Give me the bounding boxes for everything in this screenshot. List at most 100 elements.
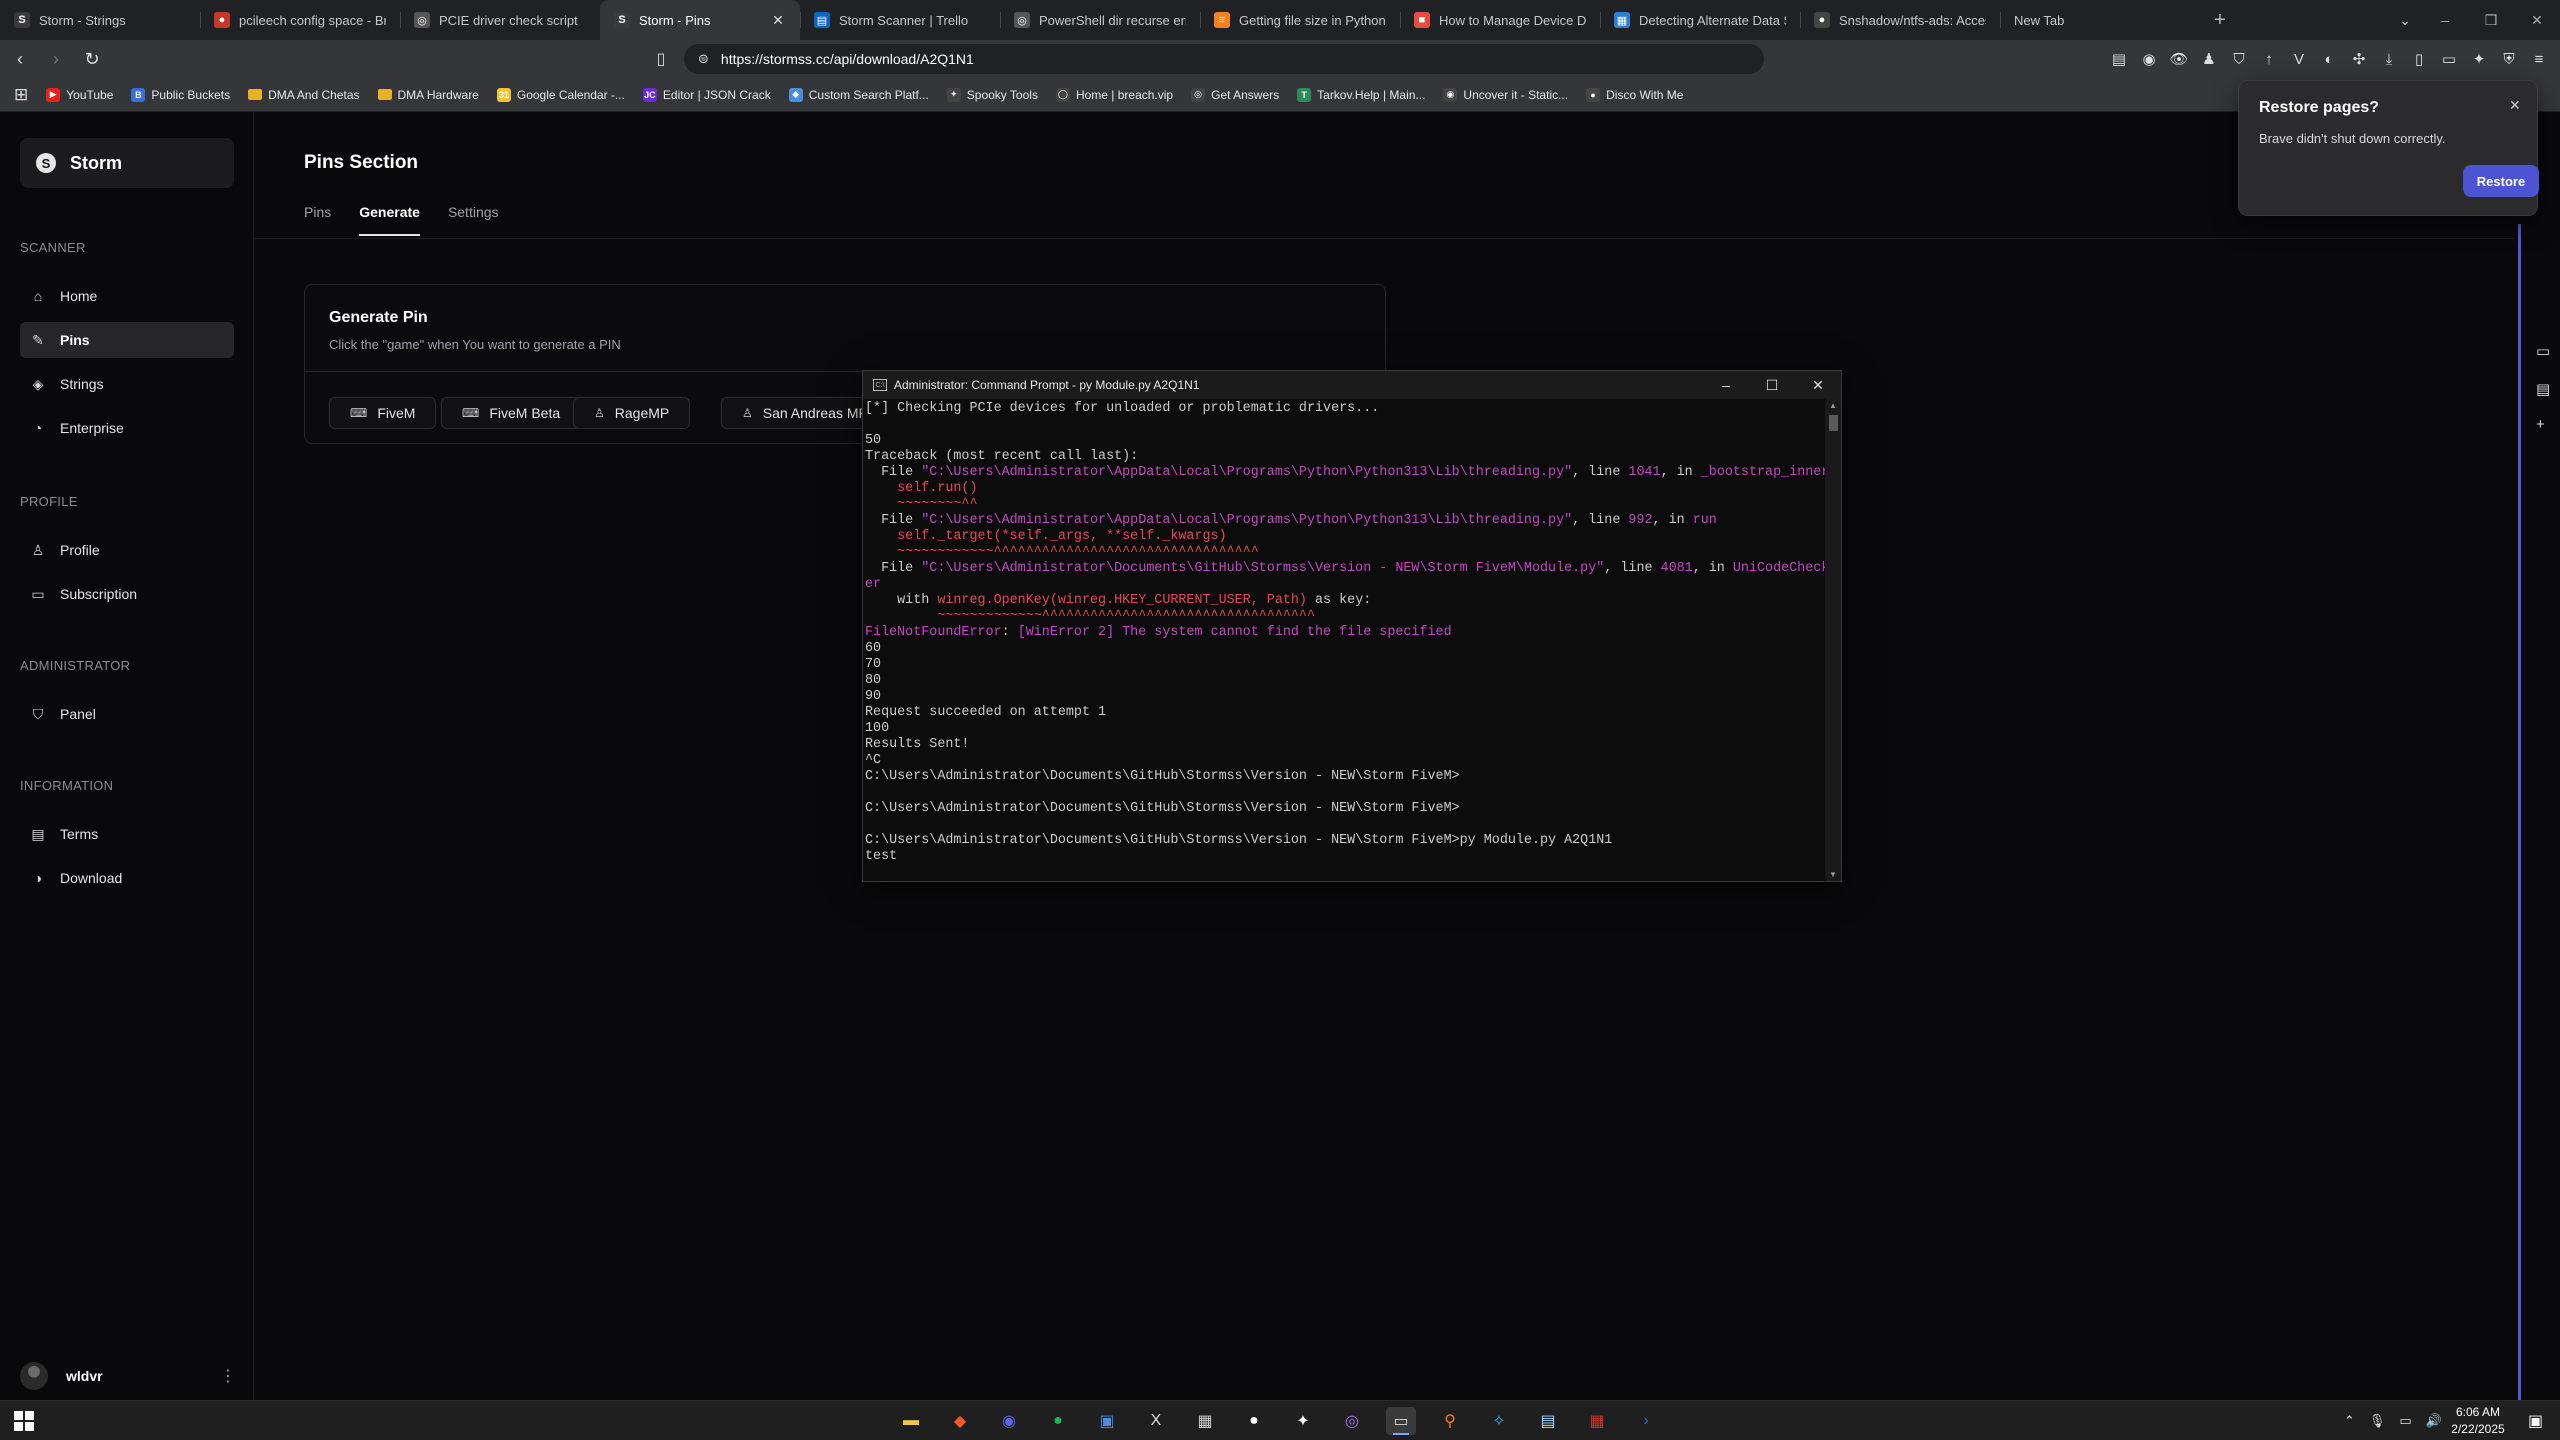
cmd-minimize-icon[interactable]: – <box>1703 371 1749 399</box>
sidebar-item-pins[interactable]: ✎ Pins <box>20 322 234 358</box>
bookmark-5[interactable]: JC Editor | JSON Crack <box>642 87 771 102</box>
bookmark-9[interactable]: ◎ Get Answers <box>1191 87 1279 102</box>
close-tab-icon[interactable]: ✕ <box>770 12 786 29</box>
close-window-icon[interactable]: ✕ <box>2514 0 2560 40</box>
tab-9[interactable]: ● Snshadow/ntfs-ads: Access NT <box>1800 0 2000 40</box>
excel-icon[interactable]: X <box>1141 1407 1171 1435</box>
user-profile[interactable]: wldvr ⋮ <box>20 1362 236 1390</box>
cmd-maximize-icon[interactable]: ☐ <box>1749 371 1795 399</box>
url-input[interactable] <box>720 51 1621 67</box>
tab-7[interactable]: ■ How to Manage Device Driver <box>1400 0 1600 40</box>
tab-2[interactable]: ◎ PCIE driver check script <box>400 0 600 40</box>
reload-icon[interactable]: ↻ <box>76 43 108 75</box>
scroll-down-icon[interactable]: ▼ <box>1825 870 1841 879</box>
spotify-icon[interactable]: ● <box>1043 1407 1073 1435</box>
remote-desktop-icon[interactable]: ▣ <box>1092 1407 1122 1435</box>
more-vertical-icon[interactable]: ⋮ <box>220 1366 236 1386</box>
sidebar-item-profile[interactable]: ♙ Profile <box>20 532 234 568</box>
reader-mode-icon[interactable]: ▤ <box>2104 44 2134 74</box>
sidebar-item-subscription[interactable]: ▭ Subscription <box>20 576 234 612</box>
sidebar-item-panel[interactable]: ⛉ Panel <box>20 696 234 732</box>
minimize-icon[interactable]: – <box>2422 0 2468 40</box>
restore-button[interactable]: Restore <box>2463 165 2539 197</box>
wallet-icon[interactable]: ▭ <box>2434 44 2464 74</box>
tab-generate[interactable]: Generate <box>359 204 420 236</box>
brand-button[interactable]: S Storm <box>20 138 234 188</box>
apps-grid-icon[interactable]: ⊞ <box>14 85 28 105</box>
microphone-icon[interactable]: 🎙 <box>2369 1413 2386 1429</box>
leo-ai-icon[interactable]: ◐ <box>2314 44 2344 74</box>
eye-extension-icon[interactable]: 👁 <box>2164 44 2194 74</box>
site-info-icon[interactable]: ⊜ <box>698 51 709 67</box>
cmd-close-icon[interactable]: ✕ <box>1795 371 1841 399</box>
ida-icon[interactable]: ✦ <box>1288 1407 1318 1435</box>
back-arrow-icon[interactable]: ‹ <box>4 43 36 75</box>
tab-6[interactable]: ≡ Getting file size in Python? - St <box>1200 0 1400 40</box>
restore-window-icon[interactable]: ❐ <box>2468 0 2514 40</box>
tab-3[interactable]: S Storm - Pins ✕ <box>600 0 800 40</box>
powershell-icon[interactable]: › <box>1631 1407 1661 1435</box>
downloads-icon[interactable]: ⤓ <box>2374 44 2404 74</box>
shield-extension-icon[interactable]: ⛉ <box>2224 44 2254 74</box>
tab-pins[interactable]: Pins <box>304 204 331 236</box>
tab-5[interactable]: ◎ PowerShell dir recurse error <box>1000 0 1200 40</box>
bookmark-2[interactable]: DMA And Chetas <box>248 88 360 102</box>
github-desktop-icon[interactable]: ◎ <box>1337 1407 1367 1435</box>
windows-start-icon[interactable] <box>14 1411 34 1431</box>
vscode-icon[interactable]: ✧ <box>1484 1407 1514 1435</box>
new-tab-icon[interactable]: + <box>2200 0 2240 40</box>
fivem-beta-button[interactable]: ⌨ FiveM Beta <box>441 397 582 429</box>
app-icon[interactable]: ● <box>1239 1407 1269 1435</box>
sparkle-icon[interactable]: ✦ <box>2464 44 2494 74</box>
cmd-scrollbar[interactable]: ▲ ▼ <box>1825 399 1841 881</box>
tab-search-chevron-icon[interactable]: ⌄ <box>2390 0 2420 40</box>
cmd-output[interactable]: [*] Checking PCIe devices for unloaded o… <box>865 401 1825 881</box>
v-extension-icon[interactable]: V <box>2284 44 2314 74</box>
notifications-icon[interactable]: ▣ <box>2528 1411 2543 1431</box>
close-icon[interactable]: ✕ <box>2509 97 2521 114</box>
terminal-icon[interactable]: ▭ <box>1386 1407 1416 1435</box>
bookmark-6[interactable]: ◆ Custom Search Platf... <box>788 87 929 102</box>
tab-8[interactable]: ▦ Detecting Alternate Data Strea <box>1600 0 1800 40</box>
menu-icon[interactable]: ≡ <box>2524 44 2554 74</box>
scroll-thumb[interactable] <box>1829 415 1838 431</box>
winrar-icon[interactable]: ▦ <box>1582 1407 1612 1435</box>
bookmark-8[interactable]: ◯ Home | breach.vip <box>1055 87 1173 102</box>
bookmark-0[interactable]: ▶ YouTube <box>46 87 113 102</box>
forward-arrow-icon[interactable]: › <box>40 43 72 75</box>
network-icon[interactable]: ▭ <box>2399 1413 2411 1429</box>
monitor-app-icon[interactable]: ▦ <box>1190 1407 1220 1435</box>
brave-shields-icon[interactable]: ⛨ <box>2494 44 2524 74</box>
tab-0[interactable]: S Storm - Strings <box>0 0 200 40</box>
puzzle-extension-icon[interactable]: ♟ <box>2194 44 2224 74</box>
brave-wallet-icon[interactable]: ◉ <box>2134 44 2164 74</box>
search-app-icon[interactable]: ⚲ <box>1435 1407 1465 1435</box>
fivem-button[interactable]: ⌨ FiveM <box>329 397 437 429</box>
sidebar-item-home[interactable]: ⌂ Home <box>20 278 234 314</box>
sidebar-item-terms[interactable]: ▤ Terms <box>20 816 234 852</box>
discord-icon[interactable]: ◉ <box>994 1407 1024 1435</box>
bookmark-12[interactable]: ● Disco With Me <box>1586 87 1683 102</box>
add-panel-icon[interactable]: + <box>2536 416 2545 433</box>
tab-4[interactable]: ▤ Storm Scanner | Trello <box>800 0 1000 40</box>
sidebar-item-download[interactable]: ◑ Download <box>20 860 234 896</box>
tab-settings[interactable]: Settings <box>448 204 499 236</box>
chevron-up-icon[interactable]: ⌃ <box>2344 1413 2355 1429</box>
scroll-up-icon[interactable]: ▲ <box>1825 401 1841 410</box>
ragemp-button[interactable]: ♙ RageMP <box>573 397 691 429</box>
sidebar-item-enterprise[interactable]: ◔ Enterprise <box>20 410 234 446</box>
sidebar-toggle-icon[interactable]: ▯ <box>2404 44 2434 74</box>
bookmark-3[interactable]: DMA Hardware <box>377 88 479 102</box>
bookmark-icon[interactable]: ▯ <box>648 43 674 75</box>
sidebar-item-strings[interactable]: ◈ Strings <box>20 366 234 402</box>
tab-10[interactable]: New Tab <box>2000 0 2200 40</box>
bookmark-7[interactable]: ✦ Spooky Tools <box>946 87 1038 102</box>
arrow-extension-icon[interactable]: ↑ <box>2254 44 2284 74</box>
cmd-title-bar[interactable]: C:\ Administrator: Command Prompt - py M… <box>863 371 1841 399</box>
file-explorer-icon[interactable]: ▬ <box>896 1407 926 1435</box>
command-prompt-window[interactable]: C:\ Administrator: Command Prompt - py M… <box>862 370 1842 882</box>
clock[interactable]: 6:06 AM 2/22/2025 <box>2430 1404 2526 1438</box>
reading-list-icon[interactable]: ▭ <box>2536 342 2550 360</box>
bookmark-11[interactable]: ◉ Uncover it - Static... <box>1443 87 1568 102</box>
bookmarks-panel-icon[interactable]: ▤ <box>2536 380 2550 398</box>
